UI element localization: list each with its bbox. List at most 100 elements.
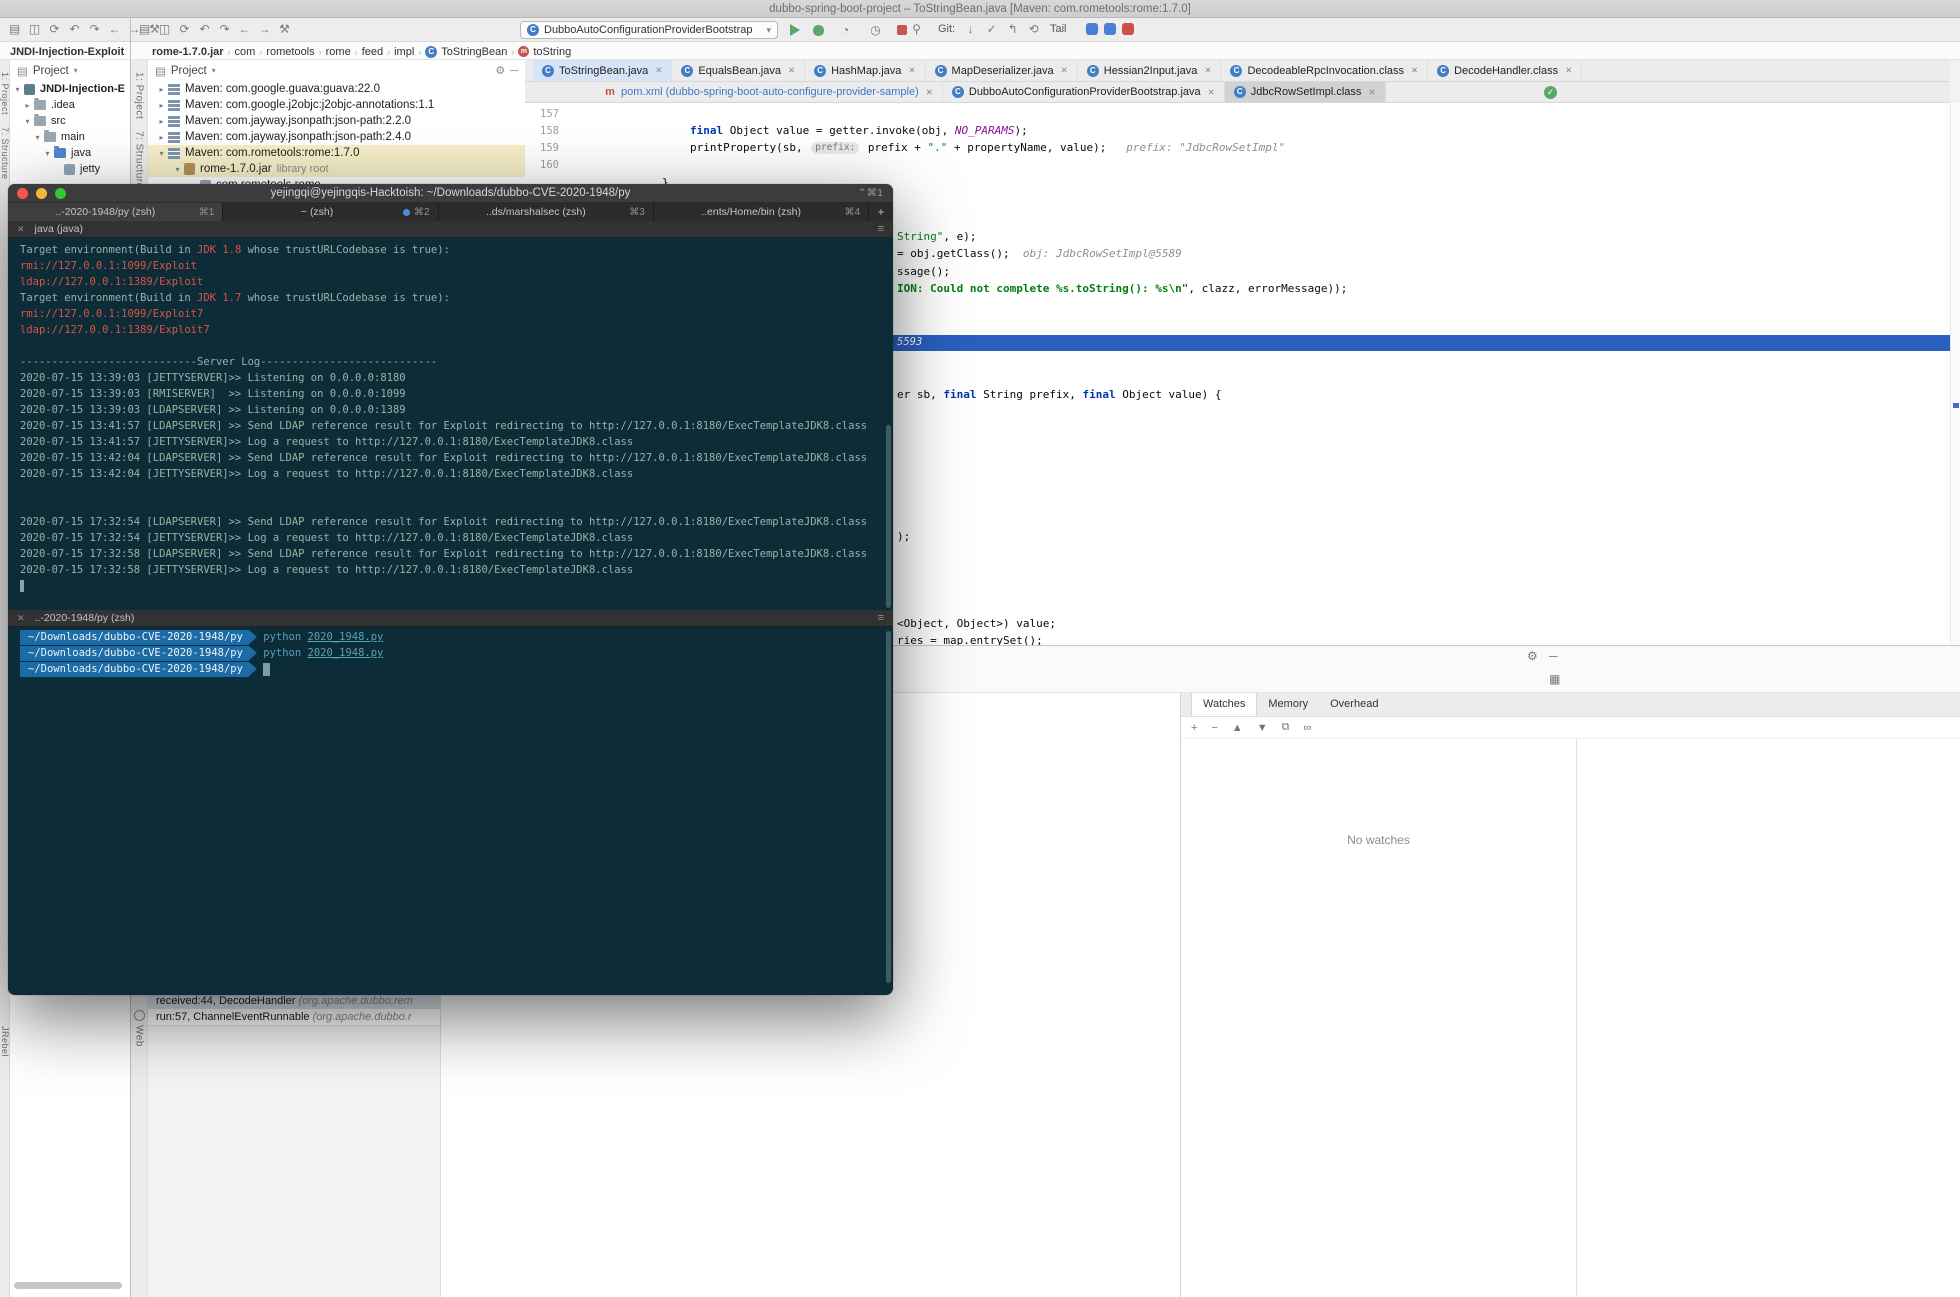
tree-item-idea[interactable]: ▸ .idea — [10, 97, 130, 113]
xrebel-icon[interactable] — [1104, 23, 1116, 35]
move-down-icon[interactable]: ▼ — [1257, 722, 1268, 734]
execution-point-marker[interactable] — [1953, 403, 1959, 408]
tool-window-button-web[interactable]: Web — [134, 1025, 145, 1047]
coverage-button[interactable]: ◔ — [837, 21, 854, 39]
chevron-down-icon[interactable]: ▾ — [12, 85, 23, 94]
terminal-tab-zsh[interactable]: ~ (zsh) ⌘2 — [223, 203, 439, 221]
git-rollback-icon[interactable]: ↰ — [1004, 20, 1021, 38]
breadcrumb-item-com[interactable]: com — [235, 46, 256, 58]
editor-error-stripe[interactable] — [1950, 103, 1960, 645]
back-icon[interactable]: ← — [236, 20, 253, 38]
close-window-button[interactable] — [17, 187, 28, 199]
tool-window-button-7-structure[interactable]: 7: Structure — [134, 131, 145, 189]
git-update-icon[interactable]: ↓ — [962, 20, 979, 38]
undo-icon[interactable]: ↶ — [196, 20, 213, 38]
terminal-window[interactable]: yejingqi@yejingqis-Hacktoish: ~/Download… — [8, 184, 893, 995]
close-tab-icon[interactable]: ✕ — [1208, 87, 1215, 98]
tree-item-java[interactable]: ▾ java — [10, 145, 130, 161]
close-tab-icon[interactable]: ✕ — [1368, 87, 1375, 98]
scrollbar-thumb[interactable] — [886, 631, 891, 983]
breadcrumb-item-feed[interactable]: feed — [362, 46, 383, 58]
open-project-icon[interactable]: ▤ — [136, 20, 153, 38]
tail-plugin-label[interactable]: Tail — [1050, 23, 1067, 35]
close-tab-icon[interactable]: ✕ — [1411, 65, 1418, 76]
duplicate-watch-icon[interactable]: ⧉ — [1282, 721, 1290, 734]
tree-item-maven-com-rometools-rome-1-7-0[interactable]: ▾ Maven: com.rometools:rome:1.7.0 — [148, 145, 525, 161]
close-tab-icon[interactable]: ✕ — [926, 87, 933, 98]
hide-panel-icon[interactable]: ─ — [1549, 649, 1558, 663]
show-watches-icon[interactable]: ∞ — [1304, 722, 1312, 734]
debug-button[interactable] — [813, 24, 824, 36]
new-tab-button[interactable]: + — [869, 203, 893, 221]
debug-tab-memory[interactable]: Memory — [1257, 693, 1319, 716]
breadcrumb-item-rome-1-7-0-jar[interactable]: rome-1.7.0.jar — [152, 46, 224, 58]
minimize-window-button[interactable] — [36, 187, 47, 199]
move-up-icon[interactable]: ▲ — [1232, 722, 1243, 734]
breadcrumb-item-jndi-injection-exploit[interactable]: JNDI-Injection-Exploit — [10, 46, 124, 58]
debug-tab-watches[interactable]: Watches — [1191, 693, 1258, 716]
breadcrumb-item-rome[interactable]: rome — [326, 46, 351, 58]
editor-tab-dubboautoconfigurationproviderbootstrap-java[interactable]: DubboAutoConfigurationProviderBootstrap.… — [942, 82, 1225, 102]
tree-item-maven-com-jayway-jsonpath-json-path-2-4-0[interactable]: ▸ Maven: com.jayway.jsonpath:json-path:2.… — [148, 129, 525, 145]
chevron-right-icon[interactable]: ▸ — [156, 133, 167, 142]
stop-button[interactable] — [897, 25, 907, 35]
undo-icon[interactable]: ↶ — [66, 20, 83, 38]
menu-icon[interactable]: ≡ — [878, 612, 884, 624]
redo-icon[interactable]: ↷ — [86, 20, 103, 38]
chevron-down-icon[interactable]: ▾ — [172, 165, 183, 174]
zoom-window-button[interactable] — [55, 187, 66, 199]
editor-tab-decodeablerpcinvocation-class[interactable]: DecodeableRpcInvocation.class✕ — [1221, 60, 1429, 81]
hide-panel-icon[interactable]: ─ — [510, 65, 518, 77]
editor-tab-decodehandler-class[interactable]: DecodeHandler.class✕ — [1428, 60, 1583, 81]
chevron-down-icon[interactable]: ▾ — [42, 149, 53, 158]
tool-window-button-7-structure[interactable]: 7: Structure — [0, 127, 10, 180]
run-button[interactable] — [790, 24, 800, 36]
close-tab-icon[interactable]: ✕ — [908, 65, 915, 76]
close-pane-icon[interactable]: ✕ — [17, 613, 25, 624]
remove-watch-icon[interactable]: − — [1211, 722, 1217, 734]
settings-gear-icon[interactable]: ⚙ — [1527, 649, 1538, 663]
git-history-icon[interactable]: ⟲ — [1025, 20, 1042, 38]
settings-gear-icon[interactable]: ⚙ — [495, 64, 505, 77]
tree-item-maven-com-jayway-jsonpath-json-path-2-2-0[interactable]: ▸ Maven: com.jayway.jsonpath:json-path:2.… — [148, 113, 525, 129]
save-all-icon[interactable]: ◫ — [26, 20, 43, 38]
chevron-down-icon[interactable]: ▾ — [156, 149, 167, 158]
breadcrumb-item-rometools[interactable]: rometools — [266, 46, 314, 58]
editor-tab-hashmap-java[interactable]: HashMap.java✕ — [805, 60, 926, 81]
tree-item-jetty[interactable]: jetty — [10, 161, 130, 177]
chevron-right-icon[interactable]: ▸ — [156, 117, 167, 126]
chevron-down-icon[interactable]: ▾ — [22, 117, 33, 126]
close-tab-icon[interactable]: ✕ — [655, 65, 662, 76]
close-tab-icon[interactable]: ✕ — [1204, 65, 1211, 76]
sync-icon[interactable]: ⟳ — [176, 20, 193, 38]
project-panel-header[interactable]: ▤ Project ▾ — [10, 60, 130, 81]
chevron-down-icon[interactable]: ▾ — [32, 133, 43, 142]
terminal-pane1[interactable]: Target environment(Build in JDK 1.8 whos… — [8, 238, 893, 610]
tool-window-button-1-project[interactable]: 1: Project — [0, 72, 10, 115]
git-commit-icon[interactable]: ✓ — [983, 20, 1000, 38]
terminal-tab-2020-1948-py-zsh[interactable]: ..-2020-1948/py (zsh) ⌘1 — [8, 203, 224, 221]
run-configuration-select[interactable]: DubboAutoConfigurationProviderBootstrap … — [520, 21, 778, 39]
terminal-tab-ents-home-bin-zsh[interactable]: ..ents/Home/bin (zsh) ⌘4 — [653, 203, 869, 221]
terminal-pane2[interactable]: ~/Downloads/dubbo-CVE-2020-1948/py pytho… — [8, 627, 893, 995]
tree-item-main[interactable]: ▾ main — [10, 129, 130, 145]
profiler-button[interactable]: ◷ — [867, 21, 884, 39]
add-watch-icon[interactable]: + — [1191, 722, 1197, 734]
scrollbar-thumb[interactable] — [14, 1282, 122, 1289]
terminal-tab-ds-marshalsec-zsh[interactable]: ..ds/marshalsec (zsh) ⌘3 — [438, 203, 654, 221]
chevron-right-icon[interactable]: ▸ — [156, 85, 167, 94]
editor-tab-jdbcrowsetimpl-class[interactable]: JdbcRowSetImpl.class✕ — [1224, 82, 1386, 102]
inspections-ok-icon[interactable] — [1544, 86, 1557, 99]
layout-icon[interactable]: ▦ — [1549, 672, 1560, 686]
save-all-icon[interactable]: ◫ — [156, 20, 173, 38]
chevron-right-icon[interactable]: ▸ — [156, 101, 167, 110]
tree-item-maven-com-google-j2objc-j2objc-annotations-1-1[interactable]: ▸ Maven: com.google.j2objc:j2objc-annotat… — [148, 97, 525, 113]
editor-tab-equalsbean-java[interactable]: EqualsBean.java✕ — [672, 60, 806, 81]
editor-tab-tostringbean-java[interactable]: ToStringBean.java✕ — [533, 60, 673, 81]
close-pane-icon[interactable]: ✕ — [17, 224, 25, 235]
search-icon[interactable]: ⚲ — [908, 20, 925, 38]
project-panel-header[interactable]: ▤ Project ▾ ⚙ ─ — [148, 60, 525, 81]
tree-item-rome-1-7-0-jar[interactable]: ▾ rome-1.7.0.jar library root — [148, 161, 525, 177]
close-tab-icon[interactable]: ✕ — [788, 65, 795, 76]
editor-tab-pom-xml-dubbo-spring-boot-auto-configure-provider-sample[interactable]: pom.xml (dubbo-spring-boot-auto-configur… — [595, 82, 943, 102]
